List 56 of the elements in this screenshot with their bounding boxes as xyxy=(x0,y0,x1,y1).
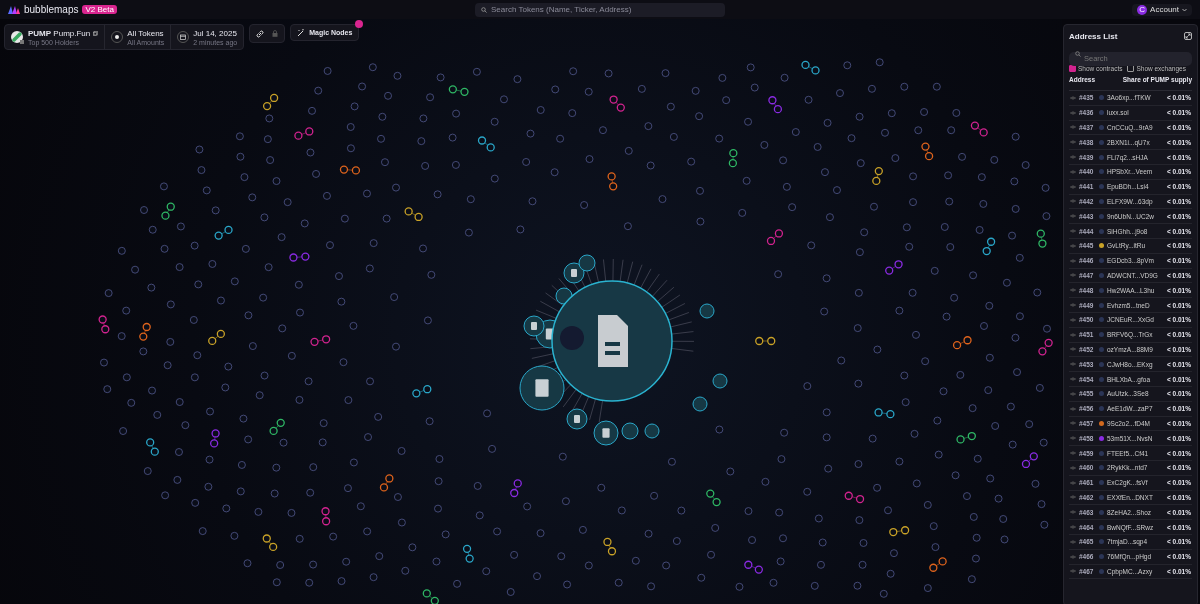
eye-icon[interactable] xyxy=(1070,436,1076,441)
contract-bubble-cluster[interactable] xyxy=(519,254,728,446)
eye-icon[interactable] xyxy=(1070,243,1076,248)
eye-icon[interactable] xyxy=(1070,184,1076,189)
eye-icon[interactable] xyxy=(1070,125,1076,130)
eye-icon[interactable] xyxy=(1070,377,1076,382)
token-name: PUMP Pump.Fun xyxy=(28,28,91,38)
eye-icon[interactable] xyxy=(1070,554,1076,559)
eye-icon[interactable] xyxy=(1070,495,1076,500)
eye-icon[interactable] xyxy=(1070,421,1076,426)
notification-badge xyxy=(355,20,364,28)
search-icon xyxy=(481,6,487,13)
eye-icon[interactable] xyxy=(1070,199,1076,204)
eye-icon[interactable] xyxy=(1070,229,1076,234)
eye-icon[interactable] xyxy=(1070,95,1076,100)
eye-icon[interactable] xyxy=(1070,391,1076,396)
chevron-down-icon xyxy=(1182,7,1187,12)
eye-icon[interactable] xyxy=(1070,317,1076,322)
logo-icon xyxy=(8,5,20,14)
eye-icon[interactable] xyxy=(1070,140,1076,145)
link-icon[interactable] xyxy=(256,29,265,38)
account-button[interactable]: C Account xyxy=(1132,3,1192,16)
eye-icon[interactable] xyxy=(1070,214,1076,219)
eye-icon[interactable] xyxy=(1070,288,1076,293)
eye-icon[interactable] xyxy=(1070,451,1076,455)
eye-icon[interactable] xyxy=(1070,258,1076,263)
dot-icon xyxy=(115,35,120,39)
checkbox[interactable] xyxy=(1127,65,1135,72)
lock-icon[interactable] xyxy=(272,30,279,37)
eye-icon[interactable] xyxy=(1070,480,1076,485)
eye-icon[interactable] xyxy=(1070,273,1076,278)
eye-icon[interactable] xyxy=(1070,332,1076,337)
avatar: C xyxy=(1137,4,1148,15)
eye-icon[interactable] xyxy=(1070,525,1076,529)
token-logo-icon xyxy=(11,30,24,44)
eye-icon[interactable] xyxy=(1070,110,1076,115)
search-field[interactable]: Search Tokens (Name, Ticker, Address) xyxy=(475,2,725,17)
search-icon xyxy=(1075,51,1081,57)
eye-icon[interactable] xyxy=(1070,155,1076,160)
version-badge: V2 Beta xyxy=(82,5,117,14)
eye-icon[interactable] xyxy=(1070,510,1076,515)
brand-name: bubblemaps xyxy=(24,4,79,15)
eye-icon[interactable] xyxy=(1070,169,1076,174)
checkbox[interactable] xyxy=(1069,65,1076,72)
eye-icon[interactable] xyxy=(1070,569,1076,574)
copy-icon[interactable] xyxy=(93,30,99,36)
calendar-icon xyxy=(180,34,187,40)
eye-icon[interactable] xyxy=(1070,406,1076,411)
eye-icon[interactable] xyxy=(1070,303,1076,308)
panel-title: Address List xyxy=(1069,31,1118,41)
eye-icon[interactable] xyxy=(1070,347,1076,352)
magic-wand-icon xyxy=(297,28,306,37)
eye-icon[interactable] xyxy=(1070,362,1076,367)
expand-icon[interactable] xyxy=(1184,32,1192,40)
eye-icon[interactable] xyxy=(1070,539,1076,544)
eye-icon[interactable] xyxy=(1070,465,1076,470)
